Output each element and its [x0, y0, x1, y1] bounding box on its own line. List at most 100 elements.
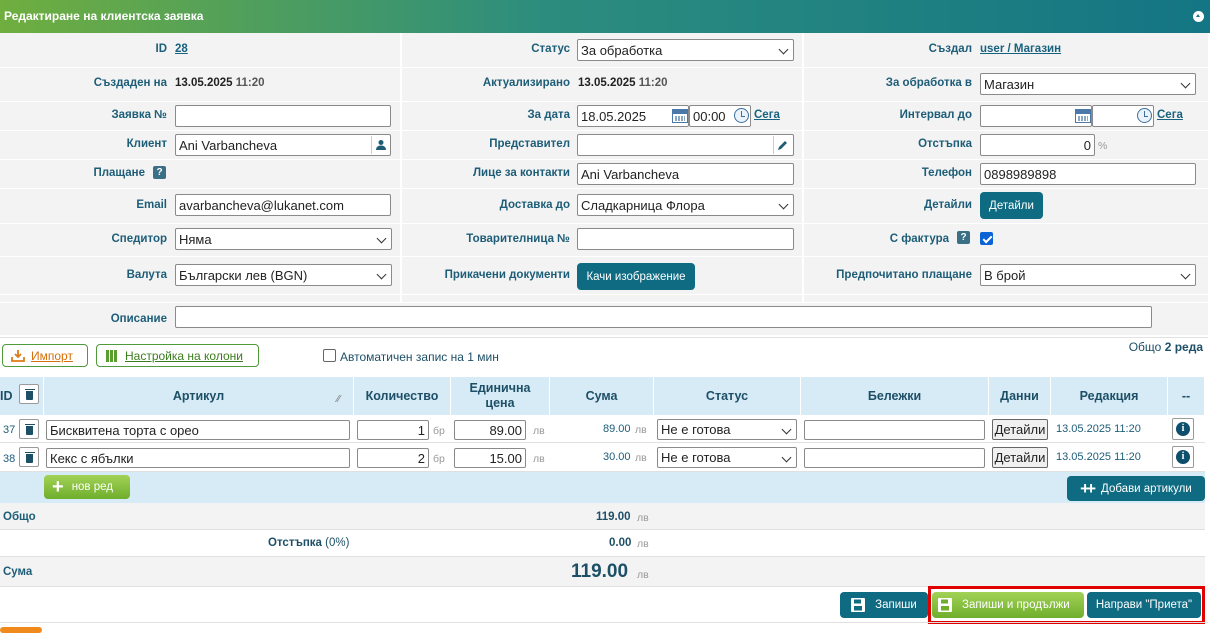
clock-icon[interactable] — [734, 108, 749, 123]
add-articles-button[interactable]: ++ Добави артикули — [1067, 476, 1205, 501]
panel-title: Редактиране на клиентска заявка — [4, 9, 204, 23]
info-icon[interactable] — [1172, 446, 1194, 468]
currency-label: Валута — [126, 269, 167, 281]
trash-icon[interactable] — [19, 384, 39, 404]
phone-label: Телефон — [921, 167, 972, 179]
delivery-select[interactable]: Сладкарница Флора — [577, 194, 794, 216]
created-by-link[interactable]: user / Магазин — [980, 43, 1061, 55]
waybill-input[interactable] — [577, 228, 794, 250]
description-label: Описание — [110, 313, 167, 325]
now-link[interactable]: Сега — [754, 109, 780, 121]
qty-input[interactable] — [357, 448, 429, 468]
pref-payment-select[interactable]: В брой — [980, 264, 1196, 286]
upload-image-button[interactable]: Качи изображение — [577, 263, 695, 290]
col-sum[interactable]: Сума — [550, 377, 654, 415]
pencil-icon[interactable] — [773, 136, 791, 154]
trash-icon[interactable] — [19, 419, 39, 439]
discount-unit: % — [1098, 140, 1108, 152]
total-label: Общо — [3, 511, 36, 523]
col-notes[interactable]: Бележки — [801, 377, 989, 415]
plus-icon: + — [52, 476, 64, 498]
save-icon — [851, 598, 866, 612]
interval-now-link[interactable]: Сега — [1157, 109, 1183, 121]
col-status[interactable]: Статус — [654, 377, 801, 415]
autosave-label: Автоматичен запис на 1 мин — [340, 350, 499, 364]
details-button[interactable]: Детайли — [980, 192, 1043, 219]
row-edited: 13.05.2025 11:20 — [1056, 423, 1141, 435]
price-input[interactable] — [454, 448, 526, 468]
clock-icon[interactable] — [1137, 108, 1152, 123]
notes-input[interactable] — [804, 448, 985, 468]
contact-input[interactable] — [577, 163, 794, 185]
col-more: -- — [1168, 377, 1205, 415]
row-details-button[interactable]: Детайли — [992, 419, 1048, 440]
discount-label: Отстъпка — [918, 138, 972, 150]
attachments-label: Прикачени документи — [444, 269, 570, 281]
autosave-checkbox[interactable] — [323, 349, 336, 362]
calendar-icon[interactable] — [1075, 109, 1091, 123]
qty-unit: бр — [433, 453, 445, 465]
email-input[interactable] — [175, 194, 391, 216]
row-status-select[interactable]: Не е готова — [657, 447, 797, 468]
row-edited: 13.05.2025 11:20 — [1056, 451, 1141, 463]
qty-input[interactable] — [357, 420, 429, 440]
discount-value: 0.00 — [609, 537, 632, 549]
interval-label: Интервал до — [899, 109, 972, 121]
import-button[interactable]: Импорт — [2, 344, 88, 367]
user-icon[interactable] — [371, 136, 389, 154]
article-input[interactable] — [46, 420, 350, 440]
forwarder-select[interactable]: Няма — [175, 228, 392, 250]
info-icon[interactable] — [1172, 418, 1194, 440]
price-unit: лв — [533, 453, 545, 465]
process-in-select[interactable]: Магазин — [980, 73, 1196, 95]
panel-title-bar: Редактиране на клиентска заявка — [0, 0, 1210, 33]
calendar-icon[interactable] — [672, 109, 688, 123]
id-label: ID — [155, 43, 168, 55]
status-select[interactable]: За обработка — [577, 39, 794, 61]
bottom-orange-button[interactable] — [0, 627, 42, 633]
help-icon[interactable]: ? — [957, 231, 970, 244]
price-input[interactable] — [454, 420, 526, 440]
import-icon — [11, 350, 25, 362]
plus-plus-icon: ++ — [1080, 478, 1096, 498]
sum-unit: лв — [635, 452, 647, 464]
col-edit[interactable]: Редакция — [1051, 377, 1168, 415]
currency-select[interactable]: Български лев (BGN) — [175, 264, 392, 286]
columns-icon — [106, 349, 117, 362]
created-label: Създаден на — [93, 77, 167, 89]
updated-value: 13.05.2025 11:20 — [578, 77, 668, 89]
created-by-label: Създал — [928, 43, 972, 55]
col-data[interactable]: Данни — [989, 377, 1051, 415]
discount-input[interactable] — [980, 134, 1095, 156]
save-button[interactable]: Запиши — [840, 592, 928, 618]
id-link[interactable]: 28 — [175, 43, 188, 55]
new-row-button[interactable]: + нов ред — [44, 475, 130, 499]
row-sum: 89.00 — [603, 423, 631, 435]
make-accepted-button[interactable]: Направи "Приета" — [1087, 592, 1201, 618]
invoice-label: С фактура — [889, 233, 949, 245]
save-continue-button[interactable]: Запиши и продължи — [932, 592, 1084, 618]
article-input[interactable] — [46, 448, 350, 468]
save-icon — [938, 598, 952, 612]
col-article[interactable]: Артикул — [44, 377, 354, 415]
client-input[interactable] — [175, 134, 391, 156]
phone-input[interactable] — [980, 163, 1196, 185]
order-no-input[interactable] — [175, 105, 391, 127]
column-settings-button[interactable]: Настройка на колони — [96, 344, 259, 367]
representative-input[interactable] — [577, 134, 794, 156]
col-qty[interactable]: Количество — [354, 377, 451, 415]
help-icon[interactable]: ? — [153, 166, 166, 179]
col-unit-price[interactable]: Единична цена — [451, 377, 550, 415]
sum-value: 119.00 — [571, 561, 629, 582]
row-details-button[interactable]: Детайли — [992, 447, 1048, 468]
invoice-checkbox[interactable] — [980, 232, 993, 245]
trash-icon[interactable] — [19, 447, 39, 467]
notes-input[interactable] — [804, 420, 985, 440]
description-textarea[interactable] — [175, 306, 1152, 328]
email-label: Email — [136, 199, 167, 211]
qty-unit: бр — [433, 425, 445, 437]
collapse-icon[interactable] — [1193, 11, 1204, 22]
resize-icon[interactable]: ⁄⁄ — [337, 394, 340, 405]
representative-label: Представител — [489, 138, 570, 150]
row-status-select[interactable]: Не е готова — [657, 419, 797, 440]
